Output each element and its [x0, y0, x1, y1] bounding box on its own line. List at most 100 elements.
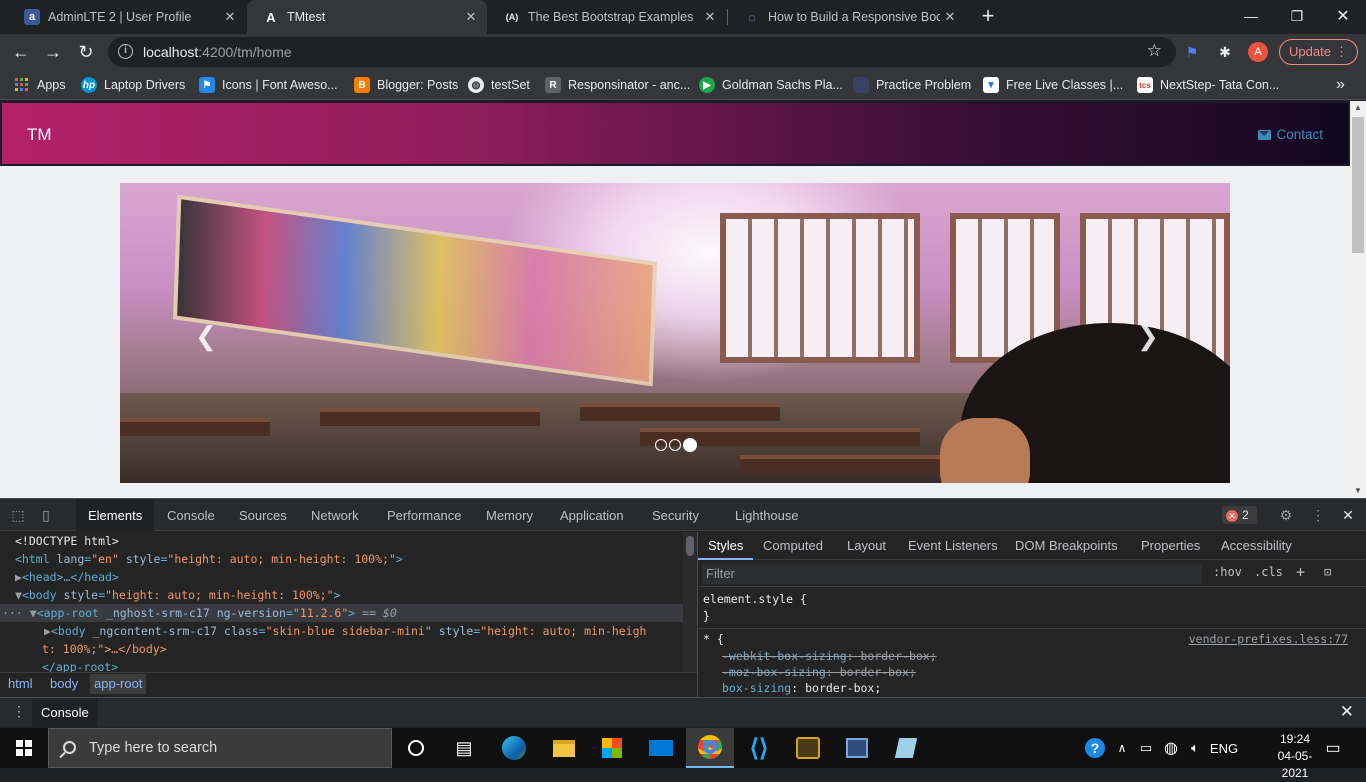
device-toolbar-icon[interactable]: ▯ — [38, 507, 54, 523]
carousel-indicator-2[interactable] — [669, 439, 681, 451]
bookmark-star-icon[interactable]: ☆ — [1147, 41, 1162, 61]
dom-line-body[interactable]: ▼<body style="height: auto; min-height: … — [0, 586, 683, 604]
breadcrumb-html[interactable]: html — [8, 676, 33, 691]
profile-avatar[interactable]: A — [1248, 42, 1268, 62]
bookmark-apps[interactable]: Apps — [14, 76, 66, 94]
store-icon[interactable] — [588, 728, 636, 768]
minimize-button[interactable]: — — [1228, 0, 1274, 32]
tab-adminlte[interactable]: a AdminLTE 2 | User Profile ✕ — [8, 0, 246, 34]
file-explorer-icon[interactable] — [540, 728, 588, 768]
show-hidden-icons-chevron-icon[interactable]: ∧ — [1112, 728, 1132, 768]
carousel-indicator-3[interactable] — [683, 438, 697, 452]
breadcrumb-body[interactable]: body — [50, 676, 78, 691]
close-tab-icon[interactable]: ✕ — [220, 9, 240, 25]
devtools-tab-lighthouse[interactable]: Lighthouse — [723, 499, 811, 531]
more-bookmarks-chevron-icon[interactable]: » — [1336, 76, 1345, 94]
dom-line-html[interactable]: <html lang="en" style="height: auto; min… — [0, 550, 683, 568]
css-declaration[interactable]: -webkit-box-sizing: border-box; — [722, 649, 937, 663]
bookmark-goldman-sachs[interactable]: ▶ Goldman Sachs Pla... — [699, 76, 843, 94]
styles-filter-input[interactable]: Filter — [702, 564, 1202, 584]
dom-line-head[interactable]: ▶<head>…</head> — [0, 568, 683, 586]
language-indicator[interactable]: ENG — [1208, 728, 1240, 768]
puzzle-extensions-icon[interactable]: ✱ — [1216, 43, 1234, 61]
close-tab-icon[interactable]: ✕ — [461, 9, 481, 25]
address-bar[interactable]: i localhost:4200/tm/home ☆ — [108, 37, 1176, 67]
taskbar-search[interactable]: Type here to search — [48, 728, 392, 768]
close-drawer-icon[interactable]: ✕ — [1340, 702, 1354, 722]
universal-selector-rule[interactable]: * { — [703, 632, 724, 646]
edge-icon[interactable] — [490, 728, 538, 768]
bookmark-practice-problem[interactable]: Practice Problem — [853, 76, 971, 94]
bookmark-nextstep-tcs[interactable]: tcs NextStep- Tata Con... — [1137, 76, 1279, 94]
styles-tab-dom-breakpoints[interactable]: DOM Breakpoints — [1005, 532, 1128, 560]
bookmark-free-live-classes[interactable]: ▼ Free Live Classes |... — [983, 76, 1123, 94]
page-scrollbar[interactable]: ▲ ▼ — [1350, 101, 1366, 498]
bookmark-responsinator[interactable]: R Responsinator - anc... — [545, 76, 690, 94]
bookmark-font-awesome[interactable]: ⚑ Icons | Font Aweso... — [199, 76, 338, 94]
devtools-tab-sources[interactable]: Sources — [227, 499, 299, 531]
dom-line-app-root-close[interactable]: </app-root> — [0, 658, 683, 672]
network-globe-icon[interactable]: ◍ — [1160, 728, 1182, 768]
styles-tab-event-listeners[interactable]: Event Listeners — [898, 532, 1008, 560]
tool-app-icon[interactable] — [784, 728, 832, 768]
styles-tab-accessibility[interactable]: Accessibility — [1211, 532, 1302, 560]
help-icon[interactable]: ? — [1083, 728, 1107, 768]
drawer-tab-console[interactable]: Console — [32, 698, 98, 728]
site-info-icon[interactable]: i — [118, 44, 133, 59]
bookmark-laptop-drivers[interactable]: hp Laptop Drivers — [81, 76, 185, 94]
app-window-icon[interactable] — [833, 728, 881, 768]
styles-tab-properties[interactable]: Properties — [1131, 532, 1210, 560]
restore-button[interactable]: ❐ — [1274, 0, 1320, 32]
styles-tab-styles[interactable]: Styles — [698, 532, 754, 560]
devtools-tab-security[interactable]: Security — [640, 499, 711, 531]
vscode-icon[interactable]: ⟨⟩ — [735, 728, 783, 768]
error-count-badge[interactable]: ✕ 2 — [1222, 506, 1257, 524]
mail-icon[interactable] — [637, 728, 685, 768]
notifications-icon[interactable]: ▭ — [1318, 728, 1348, 768]
dom-line-inner-body[interactable]: ▶<body _ngcontent-srm-c17 class="skin-bl… — [0, 622, 683, 640]
taskbar-clock[interactable]: 19:24 04-05-2021 — [1272, 731, 1318, 782]
carousel-indicator-1[interactable] — [655, 439, 667, 451]
devtools-tab-elements[interactable]: Elements — [76, 499, 155, 531]
bookmark-testset[interactable]: ◍ testSet — [468, 76, 530, 94]
styles-tab-computed[interactable]: Computed — [753, 532, 833, 560]
forward-button[interactable]: → — [40, 39, 66, 65]
css-declaration[interactable]: box-sizing: border-box; — [722, 681, 881, 695]
task-view-icon[interactable]: ▤ — [440, 728, 488, 768]
close-devtools-icon[interactable]: ✕ — [1340, 507, 1356, 523]
dom-tree-scrollbar[interactable] — [683, 532, 697, 672]
carousel-prev-chevron-icon[interactable]: ❮ — [195, 321, 217, 352]
cortana-icon[interactable] — [392, 728, 440, 768]
chrome-icon[interactable] — [686, 728, 734, 768]
tab-tmtest[interactable]: A TMtest ✕ — [247, 0, 487, 34]
devtools-tab-performance[interactable]: Performance — [375, 499, 473, 531]
carousel-next-chevron-icon[interactable]: ❯ — [1137, 321, 1159, 352]
battery-icon[interactable]: ▭ — [1136, 728, 1156, 768]
extension-icon[interactable]: ⚑ — [1183, 43, 1201, 61]
tab-bootstrap-examples[interactable]: (A) The Best Bootstrap Examples ✕ — [488, 0, 726, 34]
reload-button[interactable]: ↻ — [73, 39, 99, 65]
devtools-menu-kebab-icon[interactable]: ⋮ — [1310, 507, 1326, 523]
styles-tab-layout[interactable]: Layout — [837, 532, 896, 560]
close-window-button[interactable]: ✕ — [1320, 0, 1366, 32]
toggle-sidebar-icon[interactable]: ⊡ — [1324, 565, 1331, 579]
close-tab-icon[interactable]: ✕ — [700, 9, 720, 25]
drawer-menu-kebab-icon[interactable]: ⋮ — [12, 703, 26, 720]
hov-toggle[interactable]: :hov — [1213, 565, 1242, 579]
devtools-tab-application[interactable]: Application — [548, 499, 636, 531]
element-style-rule[interactable]: element.style { — [703, 592, 807, 606]
devtools-tab-console[interactable]: Console — [155, 499, 227, 531]
devtools-tab-memory[interactable]: Memory — [474, 499, 545, 531]
volume-icon[interactable]: 🔈︎ — [1184, 728, 1206, 768]
back-button[interactable]: ← — [8, 39, 34, 65]
tab-responsive-bootstrap[interactable]: ◌ How to Build a Responsive Bootst ✕ — [728, 0, 966, 34]
inspect-element-icon[interactable]: ⬚ — [10, 507, 26, 523]
devtools-tab-network[interactable]: Network — [299, 499, 371, 531]
new-tab-button[interactable]: + — [978, 5, 998, 29]
rule-source-link[interactable]: vendor-prefixes.less:77 — [1189, 632, 1348, 646]
breadcrumb-app-root[interactable]: app-root — [90, 674, 147, 694]
close-tab-icon[interactable]: ✕ — [940, 9, 960, 25]
dom-line-app-root[interactable]: ··· ▼<app-root _nghost-srm-c17 ng-versio… — [0, 604, 683, 622]
settings-gear-icon[interactable]: ⚙ — [1278, 507, 1294, 523]
notepad-icon[interactable] — [882, 728, 930, 768]
